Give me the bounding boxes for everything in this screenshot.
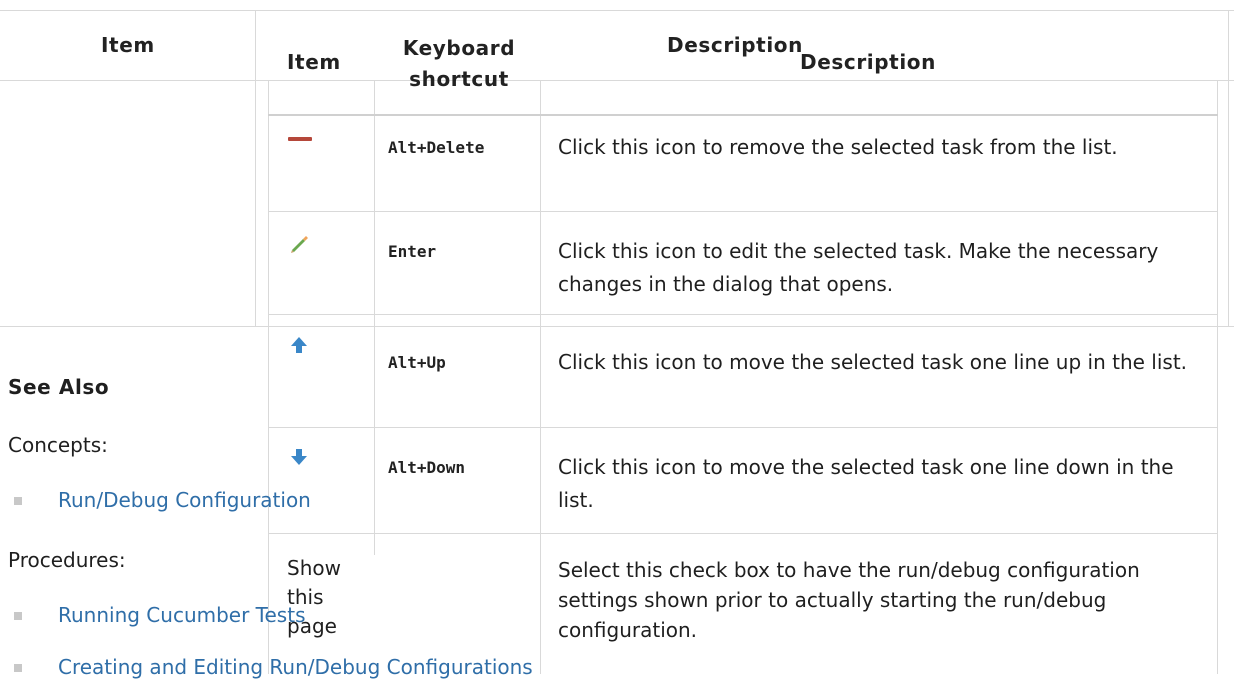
concepts-label: Concepts: bbox=[8, 433, 108, 457]
description-text: Click this icon to move the selected tas… bbox=[558, 455, 1174, 512]
shortcut-text: Enter bbox=[388, 242, 437, 261]
link-run-debug-configuration[interactable]: Run/Debug Configuration bbox=[58, 488, 311, 512]
bullet-icon bbox=[14, 664, 22, 672]
table-header-shortcut: Keyboard shortcut bbox=[394, 33, 524, 95]
link-creating-editing-run-debug-configurations[interactable]: Creating and Editing Run/Debug Configura… bbox=[58, 655, 533, 679]
bullet-icon bbox=[14, 497, 22, 505]
description-text: Click this icon to edit the selected tas… bbox=[558, 239, 1159, 296]
description-text: Click this icon to remove the selected t… bbox=[558, 135, 1118, 159]
procedures-label: Procedures: bbox=[8, 548, 126, 572]
back-table-header-description: Description bbox=[667, 33, 803, 57]
arrow-down-icon bbox=[291, 449, 307, 465]
shortcut-text: Alt+Delete bbox=[388, 138, 485, 157]
item-text: Show this page bbox=[287, 556, 341, 638]
link-running-cucumber-tests[interactable]: Running Cucumber Tests bbox=[58, 603, 306, 627]
description-text: Select this check box to have the run/de… bbox=[558, 558, 1140, 642]
arrow-up-icon bbox=[291, 337, 307, 353]
back-table-header-item: Item bbox=[101, 33, 155, 57]
minus-icon bbox=[288, 137, 312, 141]
see-also-heading: See Also bbox=[8, 375, 110, 399]
description-text: Click this icon to move the selected tas… bbox=[558, 350, 1188, 374]
bullet-icon bbox=[14, 612, 22, 620]
table-header-description: Description bbox=[800, 50, 936, 74]
pencil-icon bbox=[291, 236, 308, 253]
shortcut-text: Alt+Up bbox=[388, 353, 446, 372]
table-header-shortcut-text: Keyboard shortcut bbox=[402, 36, 516, 91]
shortcut-text: Alt+Down bbox=[388, 458, 466, 477]
table-header-item: Item bbox=[287, 50, 341, 74]
